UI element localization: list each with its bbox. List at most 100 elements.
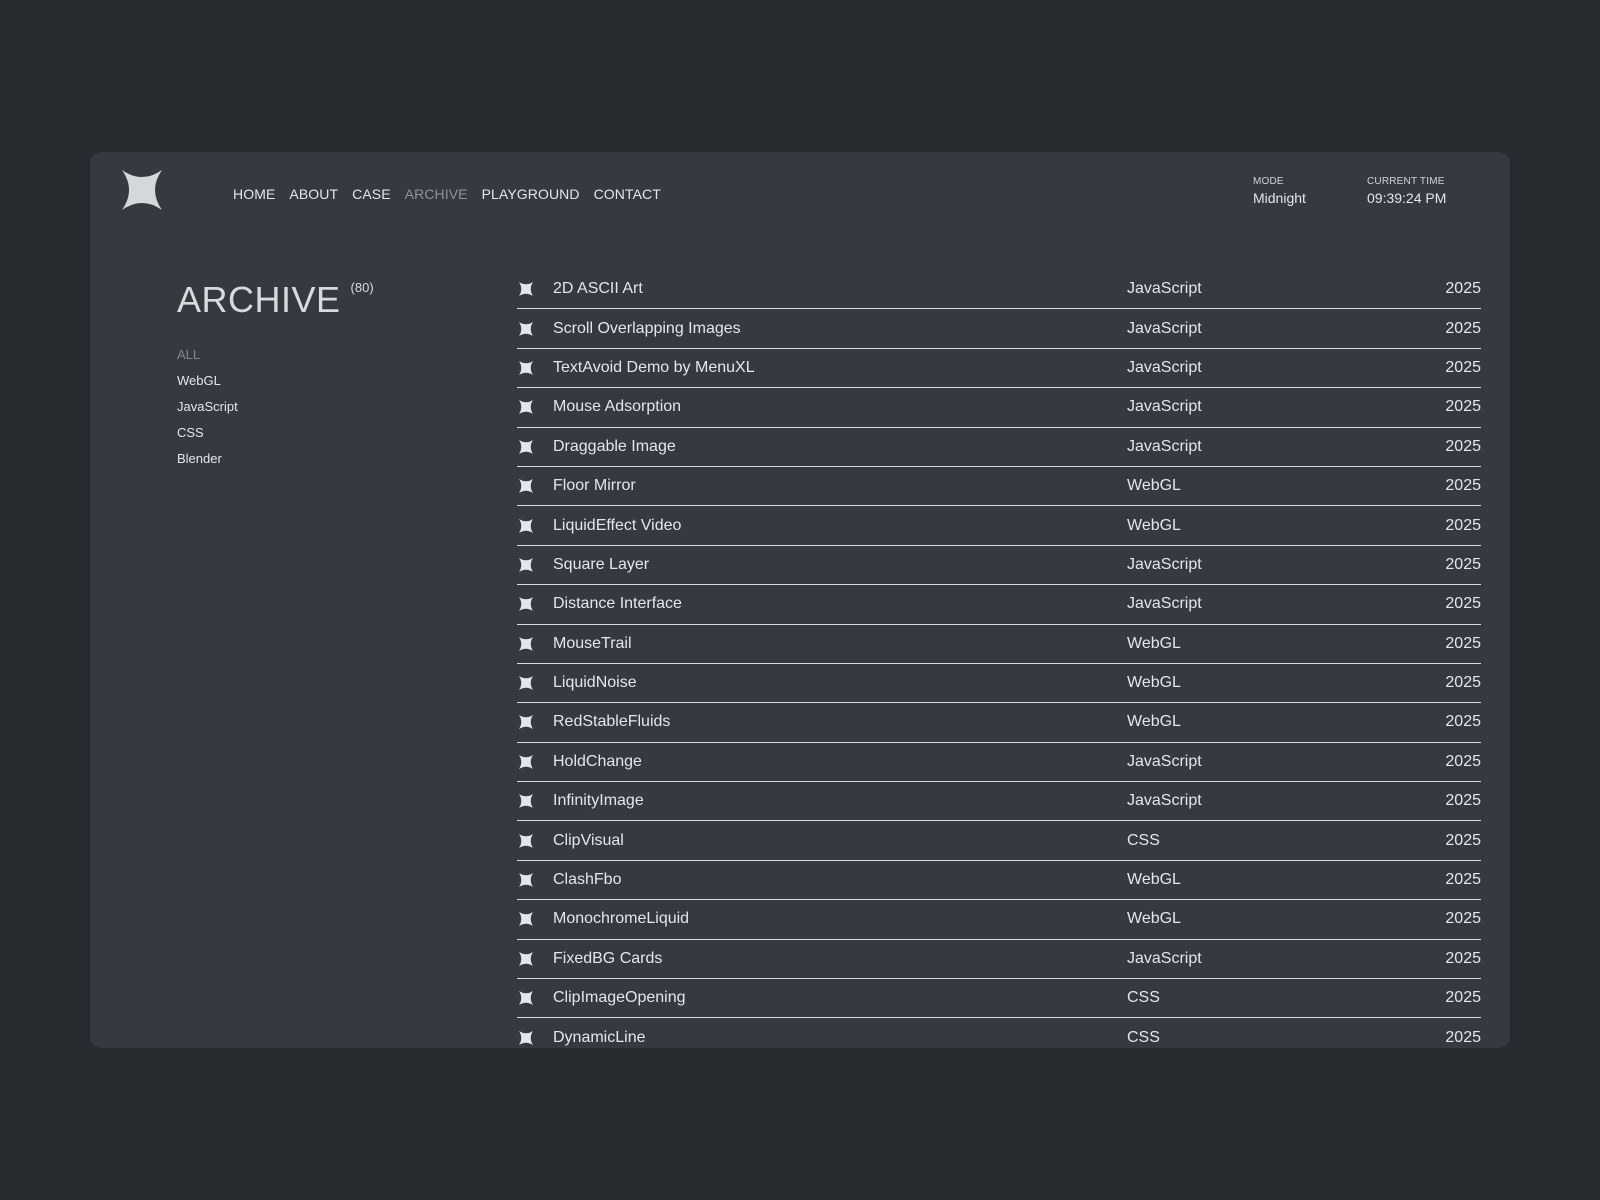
star-icon <box>518 439 534 455</box>
archive-row[interactable]: FixedBG Cards JavaScript 2025 <box>517 940 1481 980</box>
filter-javascript[interactable]: JavaScript <box>177 394 238 420</box>
archive-item-year: 2025 <box>1445 280 1481 298</box>
archive-row[interactable]: HoldChange JavaScript 2025 <box>517 743 1481 783</box>
nav-archive[interactable]: ARCHIVE <box>405 186 468 202</box>
archive-item-category: WebGL <box>1127 871 1181 889</box>
nav-case[interactable]: CASE <box>352 186 391 202</box>
archive-row[interactable]: RedStableFluids WebGL 2025 <box>517 703 1481 743</box>
filter-webgl[interactable]: WebGL <box>177 368 238 394</box>
archive-item-name: ClipImageOpening <box>553 989 686 1007</box>
archive-row[interactable]: DynamicLine CSS 2025 <box>517 1018 1481 1048</box>
mode-indicator[interactable]: MODE Midnight <box>1253 176 1306 206</box>
archive-row[interactable]: ClipVisual CSS 2025 <box>517 821 1481 861</box>
nav-playground[interactable]: PLAYGROUND <box>482 186 580 202</box>
archive-item-category: JavaScript <box>1127 555 1202 573</box>
nav-about[interactable]: ABOUT <box>289 186 338 202</box>
archive-row[interactable]: MonochromeLiquid WebGL 2025 <box>517 900 1481 940</box>
star-icon <box>518 557 534 573</box>
archive-row[interactable]: ClashFbo WebGL 2025 <box>517 861 1481 901</box>
page-title: ARCHIVE <box>177 279 341 320</box>
archive-row[interactable]: Square Layer JavaScript 2025 <box>517 546 1481 586</box>
archive-item-name: 2D ASCII Art <box>553 280 643 298</box>
archive-item-year: 2025 <box>1445 555 1481 573</box>
archive-item-name: MouseTrail <box>553 634 632 652</box>
star-icon <box>518 990 534 1006</box>
archive-item-category: CSS <box>1127 1029 1160 1047</box>
filter-css[interactable]: CSS <box>177 420 238 446</box>
star-icon <box>518 911 534 927</box>
star-icon <box>518 478 534 494</box>
archive-item-name: Square Layer <box>553 555 650 573</box>
archive-row[interactable]: Distance Interface JavaScript 2025 <box>517 585 1481 625</box>
archive-item-name: Scroll Overlapping Images <box>553 319 741 337</box>
four-point-star-logo-icon[interactable] <box>122 170 162 210</box>
archive-item-category: CSS <box>1127 831 1160 849</box>
archive-item-year: 2025 <box>1445 910 1481 928</box>
archive-item-year: 2025 <box>1445 989 1481 1007</box>
archive-item-name: FixedBG Cards <box>553 949 663 967</box>
archive-row[interactable]: Mouse Adsorption JavaScript 2025 <box>517 388 1481 428</box>
archive-item-year: 2025 <box>1445 674 1481 692</box>
archive-item-year: 2025 <box>1445 1029 1481 1047</box>
nav-contact[interactable]: CONTACT <box>594 186 661 202</box>
archive-item-year: 2025 <box>1445 634 1481 652</box>
archive-item-category: WebGL <box>1127 910 1181 928</box>
archive-item-category: WebGL <box>1127 674 1181 692</box>
archive-item-name: LiquidEffect Video <box>553 516 682 534</box>
archive-row[interactable]: Draggable Image JavaScript 2025 <box>517 428 1481 467</box>
archive-row[interactable]: TextAvoid Demo by MenuXL JavaScript 2025 <box>517 349 1481 389</box>
current-time: CURRENT TIME 09:39:24 PM <box>1367 176 1446 206</box>
archive-item-year: 2025 <box>1445 831 1481 849</box>
filter-all[interactable]: ALL <box>177 342 238 368</box>
archive-item-name: DynamicLine <box>553 1029 646 1047</box>
star-icon <box>518 951 534 967</box>
archive-row[interactable]: LiquidNoise WebGL 2025 <box>517 664 1481 704</box>
star-icon <box>518 518 534 534</box>
archive-list: 2D ASCII Art JavaScript 2025 Scroll Overlap… <box>517 270 1481 1048</box>
star-icon <box>518 714 534 730</box>
star-icon <box>518 596 534 612</box>
archive-row[interactable]: 2D ASCII Art JavaScript 2025 <box>517 270 1481 310</box>
archive-item-category: JavaScript <box>1127 792 1202 810</box>
archive-row[interactable]: InfinityImage JavaScript 2025 <box>517 782 1481 822</box>
nav-home[interactable]: HOME <box>233 186 275 202</box>
main-nav: HOME ABOUT CASE ARCHIVE PLAYGROUND CONTA… <box>233 186 661 202</box>
archive-item-category: WebGL <box>1127 713 1181 731</box>
archive-item-name: TextAvoid Demo by MenuXL <box>553 358 755 376</box>
archive-item-year: 2025 <box>1445 792 1481 810</box>
star-icon <box>518 399 534 415</box>
archive-row[interactable]: LiquidEffect Video WebGL 2025 <box>517 506 1481 546</box>
star-icon <box>518 872 534 888</box>
archive-item-category: JavaScript <box>1127 595 1202 613</box>
filter-blender[interactable]: Blender <box>177 446 238 472</box>
archive-row[interactable]: Scroll Overlapping Images JavaScript 2025 <box>517 309 1481 349</box>
archive-item-name: ClashFbo <box>553 871 622 889</box>
archive-item-category: JavaScript <box>1127 437 1202 455</box>
star-icon <box>518 321 534 337</box>
archive-item-name: Floor Mirror <box>553 477 636 495</box>
star-icon <box>518 754 534 770</box>
archive-item-category: JavaScript <box>1127 280 1202 298</box>
archive-item-category: JavaScript <box>1127 398 1202 416</box>
star-icon <box>518 636 534 652</box>
archive-item-category: JavaScript <box>1127 949 1202 967</box>
archive-item-category: WebGL <box>1127 477 1181 495</box>
archive-row[interactable]: Floor Mirror WebGL 2025 <box>517 467 1481 507</box>
archive-item-name: Mouse Adsorption <box>553 398 682 416</box>
mode-label: MODE <box>1253 176 1284 187</box>
archive-item-year: 2025 <box>1445 595 1481 613</box>
archive-item-year: 2025 <box>1445 319 1481 337</box>
archive-item-year: 2025 <box>1445 358 1481 376</box>
archive-row[interactable]: ClipImageOpening CSS 2025 <box>517 979 1481 1019</box>
archive-item-year: 2025 <box>1445 871 1481 889</box>
star-icon <box>518 833 534 849</box>
star-icon <box>518 1030 534 1046</box>
time-value: 09:39:24 PM <box>1367 190 1447 206</box>
archive-item-category: WebGL <box>1127 634 1181 652</box>
archive-item-name: Draggable Image <box>553 437 676 455</box>
archive-row[interactable]: MouseTrail WebGL 2025 <box>517 625 1481 664</box>
archive-item-name: Distance Interface <box>553 595 682 613</box>
archive-item-year: 2025 <box>1445 752 1481 770</box>
star-icon <box>518 793 534 809</box>
archive-item-name: MonochromeLiquid <box>553 910 690 928</box>
